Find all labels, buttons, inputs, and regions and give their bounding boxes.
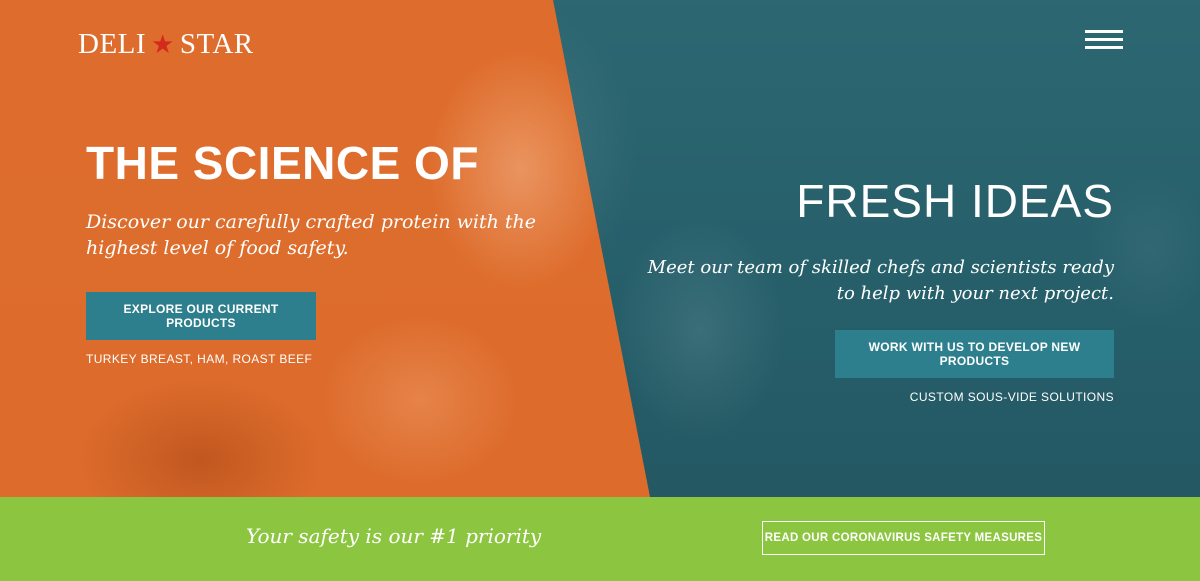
coronavirus-safety-button[interactable]: READ OUR CORONAVIRUS SAFETY MEASURES — [762, 521, 1045, 555]
left-hero-content: THE SCIENCE OF Discover our carefully cr… — [86, 138, 546, 261]
deli-star-logo[interactable]: DELI ★ STAR — [78, 28, 254, 61]
logo-text-right: STAR — [179, 28, 254, 60]
right-solutions-text: CUSTOM SOUS-VIDE SOLUTIONS — [909, 390, 1114, 404]
hero-section: DELI ★ STAR THE SCIENCE OF Discover our … — [0, 0, 1200, 497]
left-description: Discover our carefully crafted protein w… — [86, 210, 536, 259]
right-hero-content: FRESH IDEAS Meet our team of skilled che… — [634, 176, 1114, 307]
right-description: Meet our team of skilled chefs and scien… — [647, 256, 1114, 304]
hamburger-menu-icon[interactable] — [1085, 30, 1123, 50]
explore-products-button[interactable]: EXPLORE OUR CURRENT PRODUCTS — [86, 292, 316, 340]
logo-text-left: DELI — [78, 28, 147, 60]
left-headline: THE SCIENCE OF — [86, 137, 479, 189]
left-product-list: TURKEY BREAST, HAM, ROAST BEEF — [86, 352, 313, 366]
safety-banner-text: Your safety is our #1 priority — [246, 524, 542, 548]
safety-banner: Your safety is our #1 priority READ OUR … — [0, 497, 1200, 581]
right-headline: FRESH IDEAS — [796, 175, 1114, 227]
star-icon: ★ — [151, 29, 175, 59]
develop-products-button[interactable]: WORK WITH US TO DEVELOP NEW PRODUCTS — [835, 330, 1114, 378]
